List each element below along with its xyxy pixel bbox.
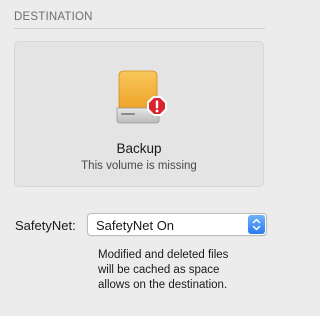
safetynet-help-text: Modified and deleted files will be cache… [98,248,268,293]
section-title-destination: DESTINATION [14,11,93,23]
safetynet-label: SafetyNet: [15,218,76,233]
safetynet-stepper[interactable] [248,215,265,234]
warning-badge-icon [147,96,167,116]
chevron-up-down-icon [252,218,261,231]
help-line: Modified and deleted files [98,249,229,261]
external-drive-icon [116,70,167,124]
help-line: will be cached as space [98,264,220,276]
volume-status-text: This volume is missing [81,160,197,172]
volume-name: Backup [116,141,162,156]
destination-volume-panel[interactable]: Backup This volume is missing [14,41,264,187]
safetynet-select[interactable]: SafetyNet On [87,213,267,236]
safetynet-selected-value: SafetyNet On [96,218,175,233]
help-line: allows on the destination. [98,279,228,291]
section-divider [14,28,265,29]
